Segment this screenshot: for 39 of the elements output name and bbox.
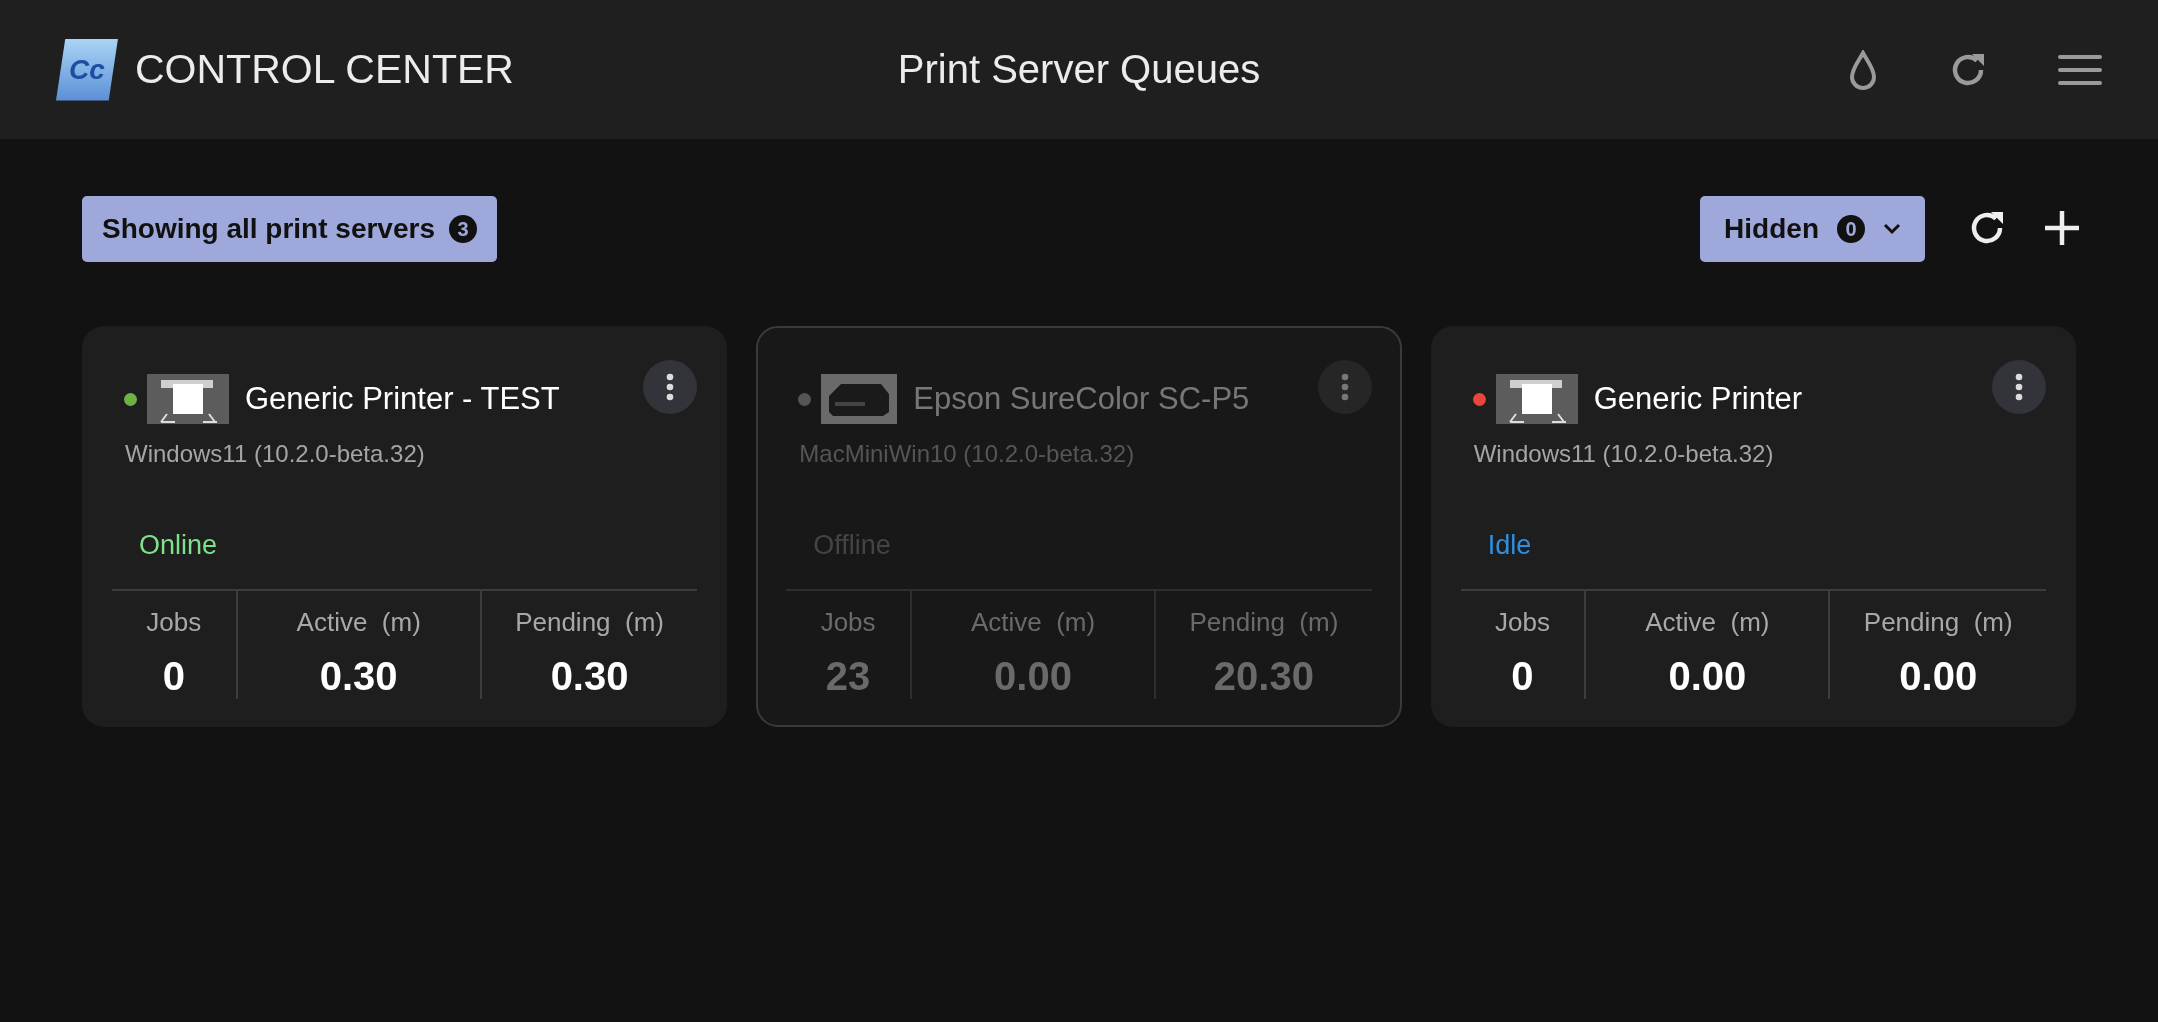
hidden-dropdown[interactable]: Hidden 0 xyxy=(1700,196,1925,262)
stat-value: 20.30 xyxy=(1213,654,1314,699)
stat-value: 0.00 xyxy=(994,654,1072,699)
stat-value: 0 xyxy=(162,654,185,699)
more-options-button[interactable] xyxy=(643,360,698,414)
stat-label: Pending (m) xyxy=(515,607,664,638)
status-label: Idle xyxy=(1487,530,1532,560)
menu-icon[interactable] xyxy=(2058,53,2102,86)
stat-label: Pending (m) xyxy=(1189,607,1339,638)
stat-label: Pending (m) xyxy=(1863,607,2013,638)
stat-value: 0 xyxy=(1511,654,1534,699)
more-options-button[interactable] xyxy=(1992,360,2046,414)
stat-label: Active (m) xyxy=(1645,607,1770,638)
printer-name: Generic Printer - TEST xyxy=(245,381,560,417)
stat-value: 23 xyxy=(825,654,871,699)
printer-name: Epson SureColor SC-P5 xyxy=(913,381,1250,417)
server-host: Windows11 (10.2.0-beta.32) xyxy=(1473,440,1775,468)
stat-label: Jobs xyxy=(1495,607,1550,638)
app-name: CONTROL CENTER xyxy=(135,46,514,93)
stat-value: 0.00 xyxy=(1668,654,1747,699)
stat-value: 0.00 xyxy=(1899,654,1978,699)
kebab-icon xyxy=(2015,373,2023,401)
page-title: Print Server Queues xyxy=(897,47,1261,91)
logo-icon: Cc xyxy=(56,38,118,101)
status-label: Online xyxy=(139,530,218,560)
stat-label: Active (m) xyxy=(296,607,421,638)
stat-label: Jobs xyxy=(820,607,876,638)
server-host: Windows11 (10.2.0-beta.32) xyxy=(125,440,426,468)
stat-value: 0.30 xyxy=(319,654,398,699)
kebab-icon xyxy=(666,373,675,401)
filter-button[interactable]: Showing all print servers 3 xyxy=(82,196,497,262)
stat-label: Active (m) xyxy=(970,607,1096,638)
chevron-down-icon xyxy=(1883,223,1901,235)
kebab-icon xyxy=(1340,373,1349,401)
drop-icon[interactable] xyxy=(1848,49,1878,90)
printer-name: Generic Printer xyxy=(1593,381,1803,417)
stat-value: 0.30 xyxy=(550,654,629,699)
stat-label: Jobs xyxy=(146,607,202,638)
server-host: MacMiniWin10 (10.2.0-beta.32) xyxy=(799,440,1136,468)
